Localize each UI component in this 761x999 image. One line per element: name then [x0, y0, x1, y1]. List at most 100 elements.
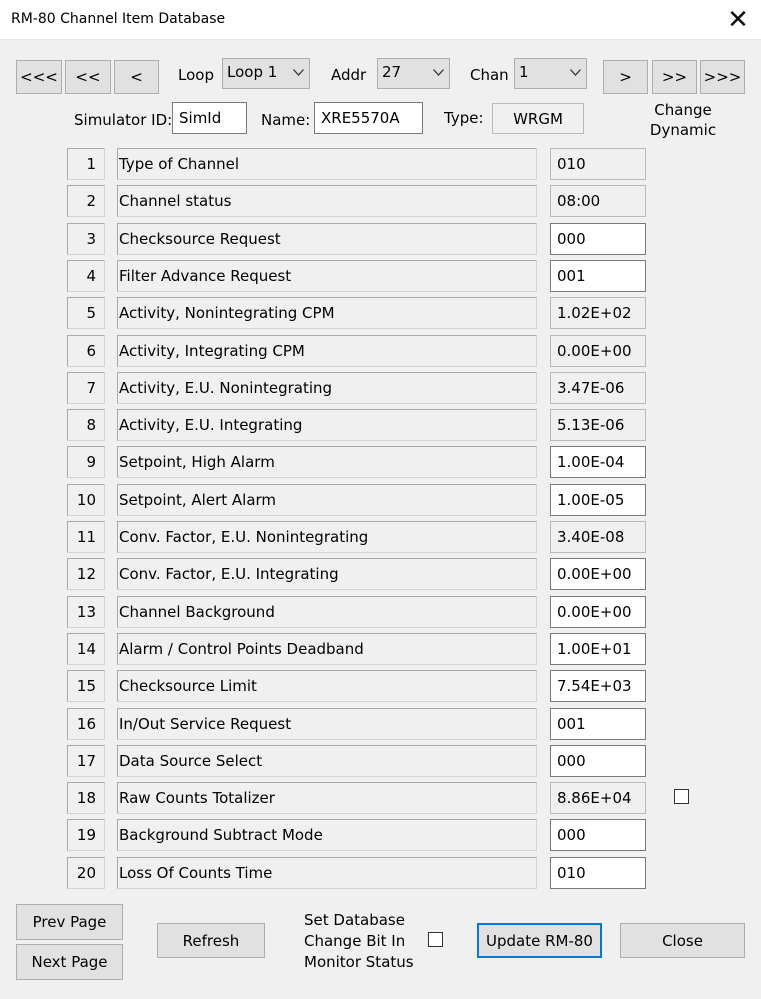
type-value: WRGM — [492, 103, 584, 134]
item-number: 19 — [67, 819, 105, 852]
set-database-line2: Change Bit In — [304, 932, 406, 950]
item-value: 1.02E+02 — [550, 297, 646, 330]
item-number: 18 — [67, 782, 105, 815]
item-name: Data Source Select — [117, 744, 537, 777]
item-value-input[interactable]: 0.00E+00 — [550, 595, 646, 628]
item-name: Activity, Integrating CPM — [117, 334, 537, 367]
addr-value: 27 — [382, 63, 402, 81]
item-number: 17 — [67, 744, 105, 777]
set-database-checkbox[interactable] — [428, 932, 443, 947]
chan-value: 1 — [519, 63, 529, 81]
name-input[interactable]: XRE5570A — [314, 102, 423, 134]
change-dynamic-label: Change Dynamic — [644, 100, 722, 140]
item-value-input[interactable]: 1.00E-05 — [550, 483, 646, 516]
item-name: Activity, Nonintegrating CPM — [117, 297, 537, 330]
close-button[interactable]: Close — [620, 923, 745, 958]
item-value: 3.47E-06 — [550, 371, 646, 404]
item-value: 8.86E+04 — [550, 782, 646, 815]
refresh-button[interactable]: Refresh — [157, 923, 265, 958]
item-name: In/Out Service Request — [117, 707, 537, 740]
item-value-input[interactable]: 000 — [550, 744, 646, 777]
prev-page-button[interactable]: Prev Page — [16, 904, 123, 940]
item-value-input[interactable]: 001 — [550, 259, 646, 292]
prev-many-button[interactable]: << — [65, 60, 111, 94]
item-name: Filter Advance Request — [117, 259, 537, 292]
item-number: 13 — [67, 595, 105, 628]
item-value-input[interactable]: 000 — [550, 819, 646, 852]
item-value: 08:00 — [550, 185, 646, 218]
set-database-label: Set Database Change Bit In Monitor Statu… — [304, 910, 414, 973]
item-number: 20 — [67, 856, 105, 889]
item-value: 0.00E+00 — [550, 334, 646, 367]
item-number: 10 — [67, 483, 105, 516]
loop-value: Loop 1 — [227, 63, 278, 81]
item-name: Conv. Factor, E.U. Integrating — [117, 558, 537, 591]
prev-button[interactable]: < — [114, 60, 159, 94]
item-number: 6 — [67, 334, 105, 367]
item-value: 5.13E-06 — [550, 409, 646, 442]
loop-dropdown[interactable]: Loop 1 — [222, 58, 310, 89]
item-number: 2 — [67, 185, 105, 218]
chan-dropdown[interactable]: 1 — [514, 58, 587, 89]
item-number: 9 — [67, 446, 105, 479]
update-rm80-button[interactable]: Update RM-80 — [477, 923, 602, 958]
item-name: Conv. Factor, E.U. Nonintegrating — [117, 521, 537, 553]
item-value: 010 — [550, 148, 646, 180]
window-title: RM-80 Channel Item Database — [11, 11, 226, 27]
item-number: 16 — [67, 707, 105, 740]
next-many-button[interactable]: >> — [652, 60, 697, 94]
item-value-input[interactable]: 1.00E+01 — [550, 632, 646, 665]
addr-dropdown[interactable]: 27 — [377, 58, 450, 89]
simulator-id-label: Simulator ID: — [74, 111, 173, 129]
item-number: 1 — [67, 148, 105, 180]
item-name: Raw Counts Totalizer — [117, 782, 537, 815]
item-value-input[interactable]: 7.54E+03 — [550, 670, 646, 703]
loop-label: Loop — [178, 66, 214, 84]
first-page-button[interactable]: <<< — [16, 60, 62, 94]
chan-label: Chan — [470, 66, 509, 84]
chevron-down-icon — [433, 69, 444, 76]
change-dynamic-line1: Change — [654, 101, 712, 119]
set-database-line3: Monitor Status — [304, 953, 414, 971]
name-label: Name: — [261, 111, 311, 129]
item-value-input[interactable]: 1.00E-04 — [550, 446, 646, 479]
set-database-line1: Set Database — [304, 911, 405, 929]
item-value: 3.40E-08 — [550, 521, 646, 553]
item-number: 8 — [67, 409, 105, 442]
item-name: Activity, E.U. Integrating — [117, 409, 537, 442]
next-page-button[interactable]: Next Page — [16, 944, 123, 980]
change-dynamic-line2: Dynamic — [649, 121, 717, 139]
item-name: Checksource Limit — [117, 670, 537, 703]
raw-counts-change-dynamic-checkbox[interactable] — [674, 789, 689, 804]
item-number: 7 — [67, 371, 105, 404]
addr-label: Addr — [331, 66, 367, 84]
type-label: Type: — [444, 109, 484, 127]
item-name: Setpoint, High Alarm — [117, 446, 537, 479]
item-name: Background Subtract Mode — [117, 819, 537, 852]
chevron-down-icon — [570, 69, 581, 76]
item-name: Channel Background — [117, 595, 537, 628]
item-value-input[interactable]: 001 — [550, 707, 646, 740]
item-name: Type of Channel — [117, 148, 537, 180]
item-name: Loss Of Counts Time — [117, 856, 537, 889]
item-name: Activity, E.U. Nonintegrating — [117, 371, 537, 404]
item-number: 14 — [67, 632, 105, 665]
item-number: 15 — [67, 670, 105, 703]
item-number: 11 — [67, 521, 105, 553]
item-value-input[interactable]: 0.00E+00 — [550, 558, 646, 591]
item-number: 12 — [67, 558, 105, 591]
item-name: Channel status — [117, 185, 537, 218]
item-value-input[interactable]: 010 — [550, 856, 646, 889]
item-number: 5 — [67, 297, 105, 330]
item-name: Alarm / Control Points Deadband — [117, 632, 537, 665]
next-button[interactable]: > — [603, 60, 648, 94]
chevron-down-icon — [293, 69, 304, 76]
close-icon[interactable]: ✕ — [718, 4, 758, 36]
item-number: 4 — [67, 259, 105, 292]
last-page-button[interactable]: >>> — [700, 60, 745, 94]
item-name: Checksource Request — [117, 222, 537, 255]
simulator-id-input[interactable]: SimId — [172, 102, 247, 134]
item-number: 3 — [67, 222, 105, 255]
item-name: Setpoint, Alert Alarm — [117, 483, 537, 516]
item-value-input[interactable]: 000 — [550, 222, 646, 255]
